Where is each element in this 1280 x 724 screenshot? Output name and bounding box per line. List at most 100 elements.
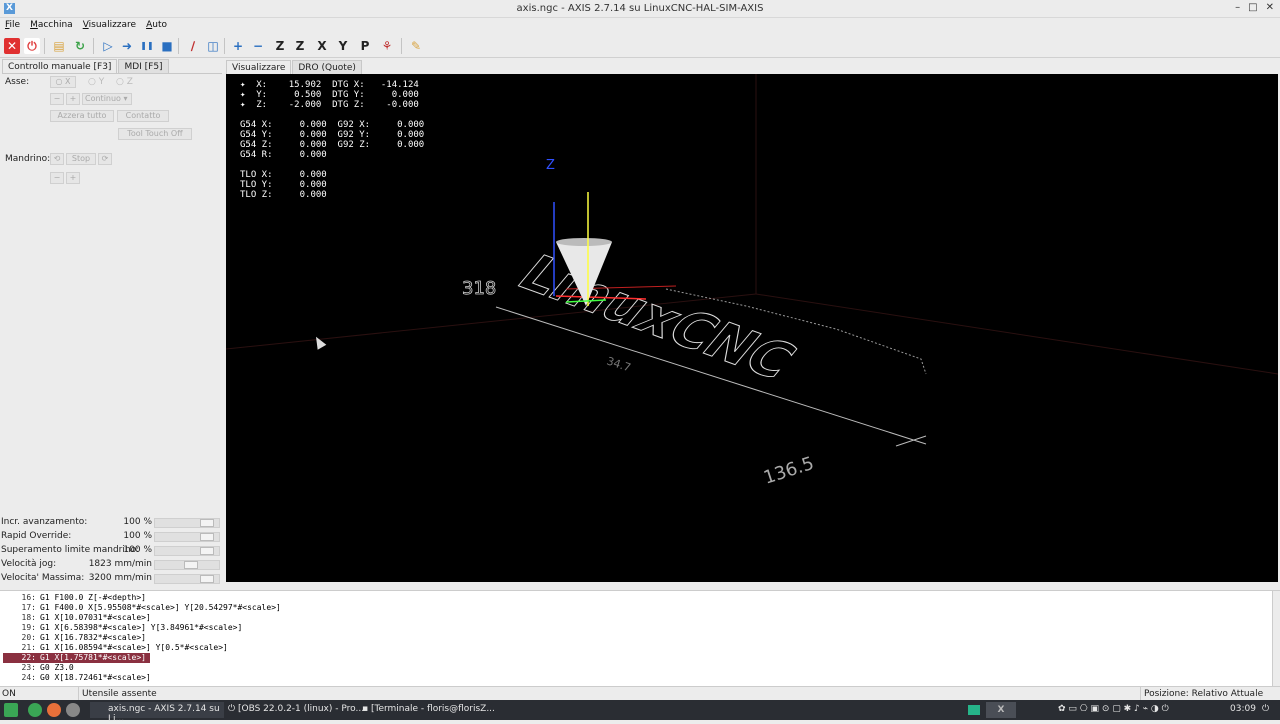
- slider-track[interactable]: [154, 560, 220, 570]
- view-y-icon[interactable]: Y: [335, 38, 351, 54]
- spindle-stop-button[interactable]: Stop: [66, 153, 96, 165]
- dro-line: ✦ Y: 0.500 DTG Y: 0.000: [240, 90, 419, 100]
- gcode-line-number: 20:: [21, 633, 36, 642]
- toolbar-separator: [44, 38, 45, 54]
- power-menu-icon[interactable]: ⏻: [1262, 704, 1269, 714]
- tool-touch-off-button[interactable]: Tool Touch Off: [118, 128, 192, 140]
- jog-mode-select[interactable]: Continuo ▾: [82, 93, 132, 105]
- tray-icons[interactable]: ✿ ▭ ⎔ ▣ ⊙ ▢ ✱ ♪ ⌁ ◑ ⏻: [1058, 704, 1169, 714]
- gcode-line-number: 21:: [21, 643, 36, 652]
- tab-mdi[interactable]: MDI [F5]: [118, 59, 169, 73]
- gcode-line-code: G1 X[16.08594*#<scale>] Y[0.5*#<scale>]: [40, 643, 228, 652]
- spindle-minus-button[interactable]: −: [50, 172, 64, 184]
- slider-knob[interactable]: [200, 533, 214, 541]
- gcode-line-number: 22:: [21, 653, 36, 662]
- task-axis[interactable]: axis.ngc - AXIS 2.7.14 su Li...: [90, 702, 224, 724]
- override-slider-row: Velocita' Massima: 3200 mm/min: [0, 572, 222, 586]
- menu-visualizzare[interactable]: Visualizzare: [82, 18, 141, 33]
- slider-knob[interactable]: [184, 561, 198, 569]
- app-x-icon[interactable]: X: [986, 702, 1016, 718]
- jog-plus-button[interactable]: +: [66, 93, 80, 105]
- zoom-out-icon[interactable]: −: [250, 38, 266, 54]
- gcode-line-current[interactable]: 22: G1 X[1.75781*#<scale>]: [3, 653, 150, 663]
- block-delete-icon[interactable]: ∕: [185, 38, 201, 54]
- spindle-cw-icon[interactable]: ⟳: [98, 153, 112, 165]
- toolbar-separator: [178, 38, 179, 54]
- override-slider-row: Velocità jog: 1823 mm/min: [0, 558, 222, 572]
- open-file-icon[interactable]: ▤: [51, 38, 67, 54]
- toolbar: ✕ ⏻ ▤ ↻ ▷ ➜ ❚❚ ■ ∕ ◫ + − Z Z X Y P ⚘ ✎: [0, 34, 1280, 58]
- gcode-line[interactable]: 20: G1 X[16.7832*#<scale>]: [0, 633, 1280, 643]
- stop-icon[interactable]: ■: [159, 38, 175, 54]
- step-icon[interactable]: ➜: [119, 38, 135, 54]
- zoom-in-icon[interactable]: +: [230, 38, 246, 54]
- taskbar: axis.ngc - AXIS 2.7.14 su Li... ⏻ [OBS 2…: [0, 700, 1280, 724]
- reload-icon[interactable]: ↻: [72, 38, 88, 54]
- gcode-line[interactable]: 18: G1 X[10.07031*#<scale>]: [0, 613, 1280, 623]
- estop-icon[interactable]: ✕: [4, 38, 20, 54]
- gcode-line[interactable]: 19: G1 X[6.58398*#<scale>] Y[3.84961*#<sc…: [0, 623, 1280, 633]
- override-slider-row: Incr. avanzamento: 100 %: [0, 516, 222, 530]
- tab-dro[interactable]: DRO (Quote): [292, 60, 362, 74]
- gcode-line[interactable]: 24: G0 X[18.72461*#<scale>]: [0, 673, 1280, 683]
- view-z2-icon[interactable]: Z: [292, 38, 308, 54]
- dro-line: ✦ Z: -2.000 DTG Z: -0.000: [240, 100, 419, 110]
- maximize-button[interactable]: □: [1248, 2, 1257, 13]
- slider-track[interactable]: [154, 532, 220, 542]
- gcode-line-number: 24:: [21, 673, 36, 682]
- view-x-icon[interactable]: X: [314, 38, 330, 54]
- minimize-button[interactable]: –: [1235, 2, 1240, 13]
- dro-line: [240, 160, 424, 170]
- firefox-icon[interactable]: [47, 703, 61, 717]
- slider-track[interactable]: [154, 574, 220, 584]
- screen-icon[interactable]: [968, 705, 980, 715]
- start-menu-icon[interactable]: [4, 703, 18, 717]
- menu-auto[interactable]: Auto: [145, 18, 172, 33]
- gcode-listing[interactable]: 16: G1 F100.0 Z[-#<depth>] 17: G1 F400.0 X[…: [0, 590, 1280, 687]
- gcode-line[interactable]: 21: G1 X[16.08594*#<scale>] Y[0.5*#<scale…: [0, 643, 1280, 653]
- settings-icon[interactable]: [66, 703, 80, 717]
- slider-track[interactable]: [154, 518, 220, 528]
- optional-stop-icon[interactable]: ◫: [205, 38, 221, 54]
- preview-canvas[interactable]: 136.5 34.7 LinuxCNC 318 Z ✦ X: 15.902 DT…: [226, 74, 1278, 582]
- touch-off-button[interactable]: Contatto: [117, 110, 169, 122]
- dro-line: G54 Z: 0.000 G92 Z: 0.000: [240, 140, 425, 150]
- gcode-line-code: G0 Z3.0: [40, 663, 74, 672]
- slider-label: Velocita' Massima:: [1, 573, 85, 583]
- spindle-ccw-icon[interactable]: ⟲: [50, 153, 64, 165]
- jog-minus-button[interactable]: −: [50, 93, 64, 105]
- close-button[interactable]: ✕: [1266, 2, 1274, 13]
- task-obs[interactable]: ⏻ [OBS 22.0.2-1 (linux) - Pro...: [228, 704, 364, 714]
- slider-knob[interactable]: [200, 547, 214, 555]
- task-terminal[interactable]: ▪ [Terminale - floris@florisZ...: [362, 704, 495, 714]
- browser-icon[interactable]: [28, 703, 42, 717]
- axis-y-radio[interactable]: ○ Y: [88, 77, 104, 87]
- slider-knob[interactable]: [200, 575, 214, 583]
- axis-z-radio[interactable]: ○ Z: [116, 77, 133, 87]
- menu-macchina[interactable]: Macchina: [29, 18, 78, 33]
- gcode-line[interactable]: 23: G0 Z3.0: [0, 663, 1280, 673]
- power-icon[interactable]: ⏻: [24, 38, 40, 54]
- tab-preview[interactable]: Visualizzare: [226, 60, 292, 74]
- view-p-icon[interactable]: P: [357, 38, 373, 54]
- run-icon[interactable]: ▷: [100, 38, 116, 54]
- gcode-line[interactable]: 17: G1 F400.0 X[5.95508*#<scale>] Y[20.54…: [0, 603, 1280, 613]
- axis-x-radio[interactable]: ○ X: [50, 76, 76, 88]
- view-z-icon[interactable]: Z: [272, 38, 288, 54]
- gcode-line[interactable]: 16: G1 F100.0 Z[-#<depth>]: [0, 593, 1280, 603]
- slider-knob[interactable]: [200, 519, 214, 527]
- zero-all-button[interactable]: Azzera tutto: [50, 110, 114, 122]
- clear-plot-icon[interactable]: ✎: [408, 38, 424, 54]
- title-bar: X axis.ngc - AXIS 2.7.14 su LinuxCNC-HAL…: [0, 0, 1280, 18]
- gcode-line-code: G1 X[10.07031*#<scale>]: [40, 613, 151, 622]
- override-slider-row: Rapid Override: 100 %: [0, 530, 222, 544]
- spindle-plus-button[interactable]: +: [66, 172, 80, 184]
- slider-track[interactable]: [154, 546, 220, 556]
- rotate-icon[interactable]: ⚘: [379, 38, 395, 54]
- machine-state: ON: [2, 689, 16, 699]
- gcode-scrollbar[interactable]: [1272, 591, 1280, 687]
- tab-manual-control[interactable]: Controllo manuale [F3]: [2, 59, 118, 73]
- menu-file[interactable]: File: [4, 18, 25, 33]
- pause-icon[interactable]: ❚❚: [139, 38, 155, 54]
- menu-bar: File Macchina Visualizzare Auto: [0, 18, 1280, 33]
